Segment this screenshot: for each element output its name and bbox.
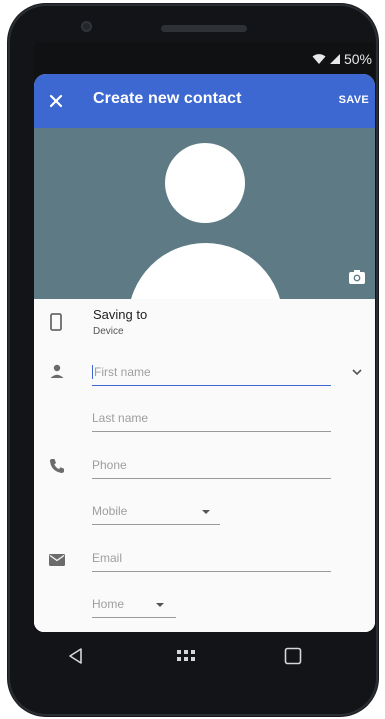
email-placeholder: Email xyxy=(92,551,123,565)
apps-grid-icon[interactable] xyxy=(175,648,197,664)
saving-to-label: Saving to xyxy=(93,307,148,322)
dropdown-arrow-icon xyxy=(202,510,210,514)
battery-percent: 50% xyxy=(343,51,372,67)
last-name-placeholder: Last name xyxy=(92,411,149,425)
status-icons: 50% xyxy=(312,51,372,67)
navigation-bar xyxy=(0,632,385,682)
phone-device-icon xyxy=(50,313,62,331)
first-name-placeholder: First name xyxy=(94,365,151,379)
first-name-field[interactable]: First name xyxy=(92,365,331,386)
phone-placeholder: Phone xyxy=(92,458,127,472)
create-contact-dialog: Create new contact SAVE Saving to Device xyxy=(34,74,375,632)
back-icon[interactable] xyxy=(66,646,86,666)
person-icon xyxy=(50,364,64,378)
chevron-down-icon[interactable] xyxy=(350,365,364,379)
app-bar: Create new contact SAVE xyxy=(34,74,375,128)
email-field[interactable]: Email xyxy=(92,551,331,572)
email-type-value: Home xyxy=(92,597,125,611)
recents-icon[interactable] xyxy=(283,646,303,666)
contact-form: Saving to Device First name Last name Ph xyxy=(34,299,375,632)
status-bar: 50% xyxy=(34,42,375,74)
phone-field[interactable]: Phone xyxy=(92,458,331,479)
phone-type-value: Mobile xyxy=(92,504,128,518)
earpiece-speaker xyxy=(161,25,247,32)
phone-icon xyxy=(50,459,64,473)
front-camera xyxy=(81,21,92,32)
email-type-select[interactable]: Home xyxy=(92,597,176,618)
close-icon[interactable] xyxy=(46,91,66,111)
last-name-field[interactable]: Last name xyxy=(92,411,331,432)
phone-type-select[interactable]: Mobile xyxy=(92,504,220,525)
dropdown-arrow-icon xyxy=(156,603,164,607)
contact-photo-area[interactable] xyxy=(34,128,375,299)
save-button[interactable]: SAVE xyxy=(339,94,369,106)
saving-to-account[interactable]: Device xyxy=(93,326,124,337)
text-caret xyxy=(92,365,93,379)
avatar-head xyxy=(165,143,245,223)
avatar-body xyxy=(128,243,283,299)
signal-icon xyxy=(329,54,340,64)
page-title: Create new contact xyxy=(93,90,242,107)
wifi-icon xyxy=(312,54,326,64)
email-icon xyxy=(49,554,65,566)
screen: 50% Create new contact SAVE Saving to De… xyxy=(34,42,375,632)
camera-icon[interactable] xyxy=(348,269,366,285)
